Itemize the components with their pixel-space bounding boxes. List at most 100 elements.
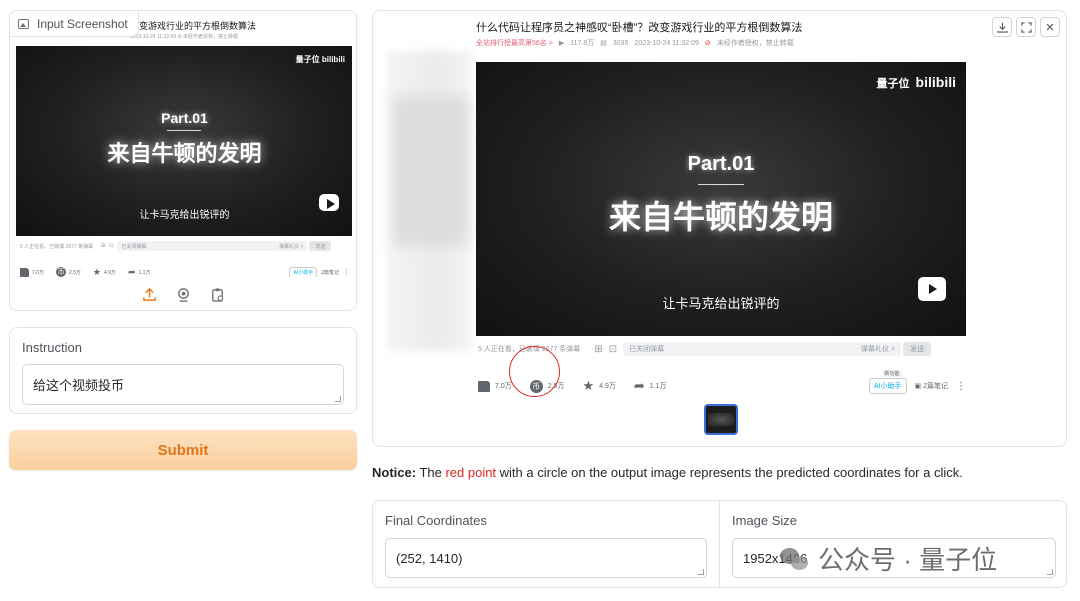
notice-prefix: Notice: xyxy=(372,465,417,480)
star-icon: ★ xyxy=(582,378,595,393)
output-share-button[interactable]: ➦ 1.1万 xyxy=(634,378,667,394)
output-send-button[interactable]: 发送 xyxy=(903,342,932,356)
output-danmaku-field[interactable]: 已关闭弹幕 弹幕礼仪 > xyxy=(623,342,902,356)
wechat-icon xyxy=(780,546,810,572)
output-like-button[interactable]: 7.0万 xyxy=(478,380,512,392)
output-video-title: 什么代码让程序员之神感叹“卧槽”？改变游戏行业的平方根倒数算法 xyxy=(476,22,803,34)
output-favorite-count: 4.9万 xyxy=(599,383,616,390)
final-coordinates-field[interactable]: (252, 1410) xyxy=(385,538,707,578)
input-notes-button[interactable]: 2篇笔记 xyxy=(321,269,339,276)
input-video-headline: 来自牛顿的发明 xyxy=(107,141,262,166)
input-danmaku-info: 5 人正在看，已装填 2677 条弹幕 xyxy=(20,243,94,250)
close-icon[interactable]: ✕ xyxy=(1040,17,1060,37)
copyright-note: 未经作者授权，禁止转载 xyxy=(716,40,794,47)
thumbnail-preview xyxy=(708,413,734,426)
more-options-icon[interactable]: ⋮ xyxy=(956,381,966,392)
star-icon: ★ xyxy=(92,266,101,277)
input-danmaku-etiquette[interactable]: 弹幕礼仪 > xyxy=(279,243,303,250)
like-icon xyxy=(20,267,29,277)
instruction-value: 给这个视频投币 xyxy=(33,378,125,393)
instruction-label: Instruction xyxy=(22,340,82,355)
ai-new-badge: 新功能 xyxy=(882,370,902,377)
output-video-logo: 量子位 bilibili xyxy=(876,74,956,91)
submit-button[interactable]: Submit xyxy=(9,430,357,470)
rank-link[interactable]: 全站排行榜最高第56名 > xyxy=(476,38,553,48)
output-danmaku-placeholder: 已关闭弹幕 xyxy=(629,346,665,353)
output-thumbnail[interactable] xyxy=(704,404,738,435)
resize-grip-icon[interactable] xyxy=(698,569,704,575)
output-ai-label: AI小助手 xyxy=(873,383,902,390)
danmaku-toggle-icon[interactable]: ⊞ xyxy=(594,344,602,355)
fullscreen-icon[interactable] xyxy=(1016,17,1036,37)
output-notes-label: 2篇笔记 xyxy=(923,383,948,390)
notice-text-before: The xyxy=(416,465,446,480)
input-screenshot-image: 改变游戏行业的平方根倒数算法 2023-10-24 11:32:09 ⊘ 未经作… xyxy=(16,15,352,277)
input-favorite-button[interactable]: ★ 4.9万 xyxy=(93,267,116,278)
upload-icon[interactable] xyxy=(141,286,157,302)
input-video-meta: 2023-10-24 11:32:09 ⊘ 未经作者授权，禁止转载 xyxy=(130,34,239,40)
input-coin-count: 2.5万 xyxy=(68,269,81,276)
input-screenshot-panel: Input Screenshot ✕ 改变游戏行业的平方根倒数算法 2023-1… xyxy=(9,10,357,311)
watermark-text: 公众号 · 量子位 xyxy=(818,545,998,575)
input-ai-assistant-button[interactable]: AI小助手 xyxy=(289,266,318,277)
input-danmaku-field[interactable]: 已关闭弹幕 弹幕礼仪 > xyxy=(117,241,308,251)
danmaku-settings-icon[interactable]: ⊡ xyxy=(609,344,617,355)
instruction-panel: Instruction 给这个视频投币 xyxy=(9,327,357,414)
output-video-meta: 全站排行榜最高第56名 > ▶ 117.8万 ▤ 3035 2023-10-24… xyxy=(476,38,794,48)
instruction-input[interactable]: 给这个视频投币 xyxy=(22,364,344,405)
input-screenshot-label: Input Screenshot xyxy=(37,16,128,31)
input-share-button[interactable]: ➦ 1.1万 xyxy=(128,267,151,278)
notice-text-after: with a circle on the output image repres… xyxy=(496,465,963,480)
notice-text: Notice: The red point with a circle on t… xyxy=(372,465,963,480)
output-notes-button[interactable]: ▣ 2篇笔记 xyxy=(915,381,948,391)
final-coordinates-value: (252, 1410) xyxy=(396,550,463,566)
input-video-part: Part.01 xyxy=(161,110,208,126)
output-share-count: 1.1万 xyxy=(649,383,667,390)
resize-grip-icon[interactable] xyxy=(335,396,341,402)
input-danmaku-bar: 5 人正在看，已装填 2677 条弹幕 ⊞ ⊡ 已关闭弹幕 弹幕礼仪 > 发送 xyxy=(20,240,350,252)
output-video-headline: 来自牛顿的发明 xyxy=(608,199,833,235)
input-action-bar: 7.0万 币 2.5万 ★ 4.9万 ➦ 1.1万 AI小助手 2篇笔记 ⋮ xyxy=(20,266,350,277)
no-repost-icon: ⊘ xyxy=(704,40,711,47)
input-like-count: 7.0万 xyxy=(32,269,44,276)
bilibili-tv-icon xyxy=(918,277,946,301)
image-icon xyxy=(18,18,29,29)
input-send-button[interactable]: 发送 xyxy=(309,241,332,251)
share-icon: ➦ xyxy=(127,266,136,277)
blurred-sidebar xyxy=(387,51,472,351)
final-coordinates-label: Final Coordinates xyxy=(385,513,487,528)
danmaku-count-icon: ▤ xyxy=(600,40,607,47)
danmaku-count: 3035 xyxy=(612,39,629,47)
input-video-subtitle: 让卡马克给出锐评的 xyxy=(139,210,230,221)
image-source-toolbar xyxy=(10,286,356,302)
input-coin-button[interactable]: 币 2.5万 xyxy=(55,267,81,277)
note-icon: ▣ xyxy=(914,383,922,390)
danmaku-toggle-icon[interactable]: ⊞ xyxy=(101,243,105,249)
input-video-logo: 量子位 bilibili xyxy=(295,55,345,64)
download-icon[interactable] xyxy=(992,17,1012,37)
clipboard-icon[interactable] xyxy=(209,286,225,302)
danmaku-settings-icon[interactable]: ⊡ xyxy=(109,243,113,249)
notice-highlight: red point xyxy=(445,465,497,480)
input-favorite-count: 4.9万 xyxy=(103,269,116,276)
predicted-click-circle xyxy=(509,346,560,397)
more-options-icon[interactable]: ⋮ xyxy=(343,268,350,276)
input-like-button[interactable]: 7.0万 xyxy=(20,267,44,277)
like-icon xyxy=(478,380,490,392)
input-video-rule xyxy=(167,130,201,131)
input-video-player: 量子位 bilibili Part.01 来自牛顿的发明 让卡马克给出锐评的 xyxy=(16,46,352,236)
output-screenshot-image: 什么代码让程序员之神感叹“卧槽”？改变游戏行业的平方根倒数算法 全站排行榜最高第… xyxy=(476,15,968,397)
resize-grip-icon[interactable] xyxy=(1047,569,1053,575)
result-divider xyxy=(719,501,720,587)
output-ai-assistant-button[interactable]: 新功能 AI小助手 xyxy=(868,370,907,394)
input-danmaku-placeholder: 已关闭弹幕 xyxy=(121,243,147,250)
output-danmaku-etiquette[interactable]: 弹幕礼仪 > xyxy=(861,344,895,354)
bilibili-tv-icon xyxy=(319,194,339,211)
webcam-icon[interactable] xyxy=(175,286,191,302)
output-favorite-button[interactable]: ★ 4.9万 xyxy=(582,378,615,394)
output-like-count: 7.0万 xyxy=(495,383,512,390)
play-count-icon: ▶ xyxy=(558,40,565,47)
publish-date: 2023-10-24 11:32:09 xyxy=(634,39,699,47)
output-toolbar: ✕ xyxy=(992,17,1060,37)
input-share-count: 1.1万 xyxy=(138,269,151,276)
